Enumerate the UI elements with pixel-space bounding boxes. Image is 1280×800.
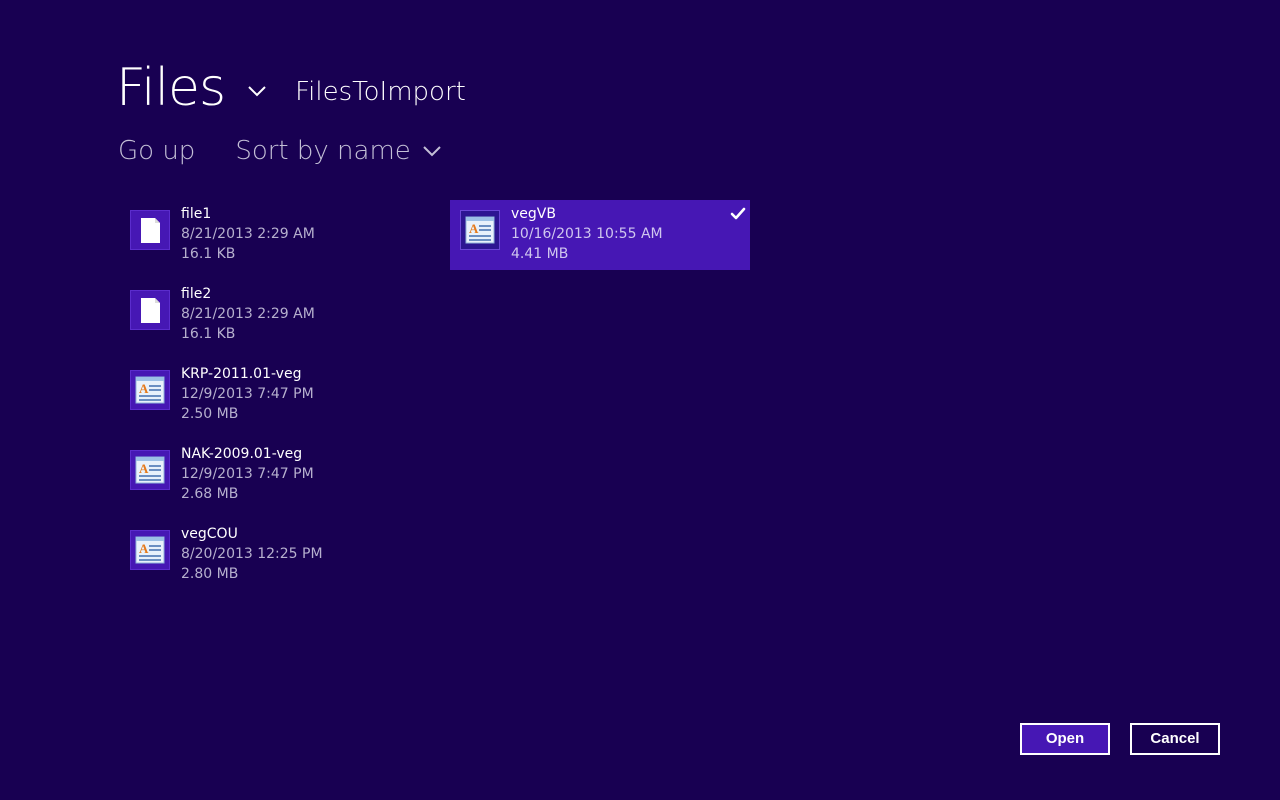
text-document-icon: A [130, 370, 170, 410]
file-name: file2 [181, 286, 212, 302]
svg-text:A: A [139, 381, 149, 396]
open-button[interactable]: Open [1020, 723, 1110, 755]
file-item[interactable]: file1 8/21/2013 2:29 AM 16.1 KB [120, 200, 420, 270]
blank-document-icon [130, 210, 170, 250]
file-size: 2.80 MB [181, 566, 239, 582]
file-date: 8/21/2013 2:29 AM [181, 226, 315, 242]
text-document-icon: A [130, 530, 170, 570]
file-date: 8/21/2013 2:29 AM [181, 306, 315, 322]
file-name: NAK-2009.01-veg [181, 446, 303, 462]
svg-text:A: A [139, 461, 149, 476]
header: Files FilesToImport [116, 48, 466, 118]
file-name: file1 [181, 206, 212, 222]
current-folder: FilesToImport [295, 77, 466, 107]
file-date: 8/20/2013 12:25 PM [181, 546, 323, 562]
file-size: 16.1 KB [181, 246, 236, 262]
svg-text:A: A [469, 221, 479, 236]
file-size: 16.1 KB [181, 326, 236, 342]
file-name: KRP-2011.01-veg [181, 366, 302, 382]
checkmark-icon [730, 207, 746, 220]
go-up-button[interactable]: Go up [118, 132, 195, 170]
file-picker: Files FilesToImport Go up Sort by name f… [0, 0, 1280, 800]
svg-text:A: A [139, 541, 149, 556]
file-item[interactable]: A NAK-2009.01-veg 12/9/2013 7:47 PM 2.68… [120, 440, 420, 510]
page-title: Files [116, 58, 226, 118]
file-date: 10/16/2013 10:55 AM [511, 226, 663, 242]
file-size: 2.50 MB [181, 406, 239, 422]
file-name: vegVB [511, 206, 556, 222]
cancel-button[interactable]: Cancel [1130, 723, 1220, 755]
sort-dropdown[interactable]: Sort by name [235, 132, 441, 170]
file-date: 12/9/2013 7:47 PM [181, 386, 314, 402]
location-chevron-down-icon[interactable] [247, 84, 267, 98]
file-item[interactable]: A vegCOU 8/20/2013 12:25 PM 2.80 MB [120, 520, 420, 590]
text-document-icon: A [130, 450, 170, 490]
file-date: 12/9/2013 7:47 PM [181, 466, 314, 482]
chevron-down-icon [423, 146, 441, 157]
file-name: vegCOU [181, 526, 238, 542]
file-item[interactable]: A KRP-2011.01-veg 12/9/2013 7:47 PM 2.50… [120, 360, 420, 430]
blank-document-icon [130, 290, 170, 330]
file-size: 4.41 MB [511, 246, 569, 262]
file-size: 2.68 MB [181, 486, 239, 502]
file-item-selected[interactable]: A vegVB 10/16/2013 10:55 AM 4.41 MB [450, 200, 750, 270]
toolbar: Go up Sort by name [118, 132, 441, 170]
file-item[interactable]: file2 8/21/2013 2:29 AM 16.1 KB [120, 280, 420, 350]
text-document-icon: A [460, 210, 500, 250]
sort-label: Sort by name [235, 136, 411, 166]
